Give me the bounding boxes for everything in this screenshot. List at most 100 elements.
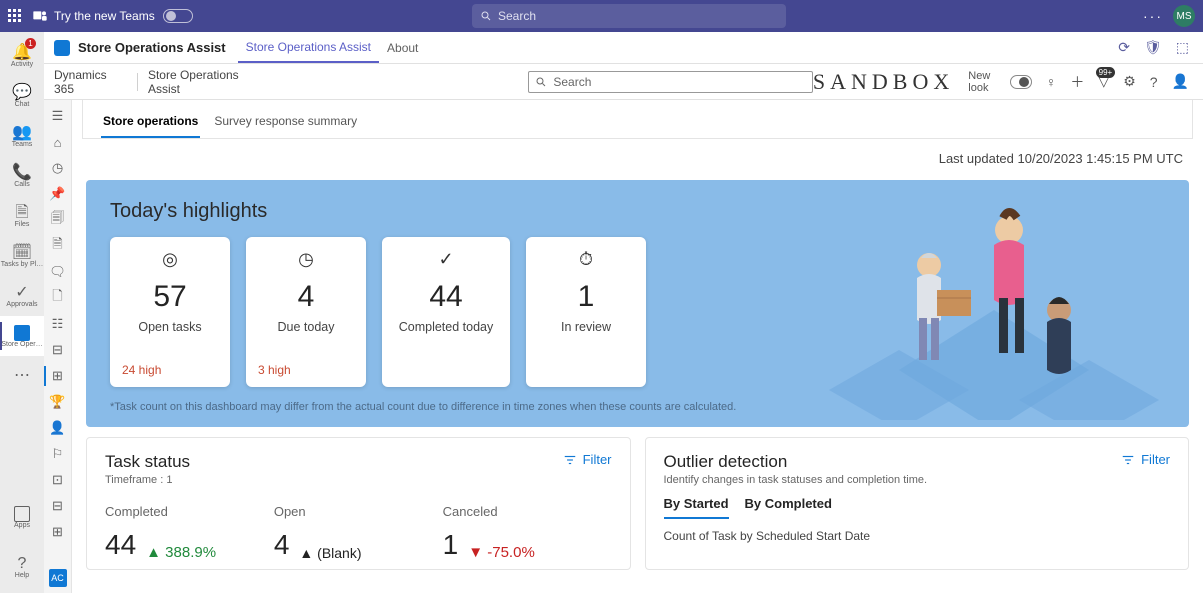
- sitemap-item[interactable]: 👤: [50, 420, 66, 436]
- filter-label: Filter: [583, 452, 612, 467]
- teams-logo-icon: [32, 8, 48, 24]
- alerts-icon[interactable]: ▽99+: [1098, 73, 1109, 90]
- rail-tasks-planner[interactable]: 🗓Tasks by Pl…: [0, 236, 44, 276]
- rail-apps[interactable]: Apps: [0, 497, 44, 537]
- highlights-card: Today's highlights ◎ 57 Open tasks 24 hi…: [86, 180, 1189, 427]
- tile-due-today[interactable]: ◷ 4 Due today 3 high: [246, 237, 366, 387]
- rail-label: Approvals: [6, 301, 37, 308]
- try-new-teams-toggle[interactable]: [163, 9, 193, 23]
- ellipsis-icon: ⋯: [14, 368, 30, 384]
- more-icon[interactable]: ···: [1143, 8, 1163, 24]
- tab-about[interactable]: About: [379, 32, 426, 64]
- help-icon: ?: [18, 556, 27, 572]
- filter-label: Filter: [1141, 452, 1170, 467]
- popout-icon[interactable]: ⬚: [1176, 39, 1189, 56]
- page-tabs: Store operations Survey response summary: [82, 100, 1193, 139]
- rail-teams[interactable]: 👥Teams: [0, 116, 44, 156]
- tab-label: Store operations: [103, 114, 198, 128]
- d365-search-input[interactable]: Search: [528, 71, 813, 93]
- sitemap-item[interactable]: 🗎: [50, 238, 66, 254]
- rail-label: Store Oper…: [1, 341, 42, 348]
- tab-store-ops-assist[interactable]: Store Operations Assist: [238, 32, 379, 63]
- new-look-toggle[interactable]: New look: [968, 70, 1032, 94]
- account-icon[interactable]: 👤: [1172, 73, 1189, 90]
- rail-calls[interactable]: 📞Calls: [0, 156, 44, 196]
- breadcrumb-app[interactable]: Store Operations Assist: [148, 68, 268, 96]
- sitemap-menu-icon[interactable]: ☰: [50, 108, 66, 124]
- people-illustration: [809, 190, 1179, 420]
- d365-body: ☰ ⌂ ◷ 📌 🗐 🗎 🗨 🗋 ☷ ⊟ ⊞ 🏆 👤 ⚐ ⊡ ⊟ ⊞ AC Sto…: [44, 100, 1203, 593]
- rail-label: Help: [15, 572, 29, 579]
- status-delta: ▲ (Blank): [299, 545, 361, 561]
- tile-value: 57: [153, 280, 186, 314]
- sitemap-item[interactable]: ⊟: [50, 342, 66, 358]
- sitemap-item[interactable]: 🗐: [50, 212, 66, 228]
- subtab-label: By Started: [664, 496, 729, 511]
- outlier-panel: Outlier detection Identify changes in ta…: [645, 437, 1190, 570]
- rail-store-ops[interactable]: Store Oper…: [0, 316, 44, 356]
- add-icon[interactable]: ＋: [1070, 72, 1084, 92]
- rail-chat[interactable]: 💬Chat: [0, 76, 44, 116]
- chat-icon: 💬: [12, 85, 32, 101]
- tile-completed-today[interactable]: ✓ 44 Completed today: [382, 237, 510, 387]
- subtab-by-completed[interactable]: By Completed: [745, 496, 832, 519]
- page-tab-store-operations[interactable]: Store operations: [101, 110, 200, 138]
- tab-label: About: [387, 41, 418, 55]
- check-icon: ✓: [438, 249, 453, 270]
- sitemap-item[interactable]: ⊡: [50, 472, 66, 488]
- apps-icon: [14, 506, 30, 522]
- rail-more[interactable]: ⋯: [0, 356, 44, 396]
- sitemap-home-icon[interactable]: ⌂: [50, 134, 66, 150]
- sitemap-item[interactable]: 🏆: [50, 394, 66, 410]
- gear-icon[interactable]: ⚙: [1123, 73, 1136, 90]
- rail-approvals[interactable]: ✓Approvals: [0, 276, 44, 316]
- rail-files[interactable]: 🗎Files: [0, 196, 44, 236]
- task-status-row: Completed 44▲ 388.9% Open 4▲ (Blank) Can…: [105, 504, 612, 561]
- sitemap-item-active[interactable]: ⊞: [50, 368, 66, 384]
- avatar[interactable]: MS: [1173, 5, 1195, 27]
- tile-in-review[interactable]: ⏱ 1 In review: [526, 237, 646, 387]
- status-canceled: Canceled 1▼ -75.0%: [443, 504, 612, 561]
- task-status-title: Task status: [105, 452, 190, 472]
- page-tab-survey-summary[interactable]: Survey response summary: [212, 110, 359, 138]
- lightbulb-icon[interactable]: ♀: [1046, 74, 1057, 90]
- tile-label: In review: [561, 320, 611, 336]
- rail-help[interactable]: ?Help: [0, 547, 44, 587]
- app-launcher-icon[interactable]: [8, 9, 22, 23]
- tile-high: 3 high: [258, 363, 291, 377]
- sitemap-pin-icon[interactable]: 📌: [50, 186, 66, 202]
- sitemap-item[interactable]: 🗨: [50, 264, 66, 280]
- clock-icon: ◷: [298, 249, 314, 270]
- teams-search-input[interactable]: Search: [472, 4, 786, 28]
- sitemap-recent-icon[interactable]: ◷: [50, 160, 66, 176]
- refresh-icon[interactable]: ⟳: [1118, 39, 1130, 56]
- outlier-title: Outlier detection: [664, 452, 928, 472]
- d365-search-placeholder: Search: [553, 75, 591, 89]
- target-icon: ◎: [162, 249, 178, 270]
- sitemap-item[interactable]: ⚐: [50, 446, 66, 462]
- help-icon[interactable]: ?: [1150, 74, 1158, 90]
- sitemap-item[interactable]: 🗋: [50, 290, 66, 306]
- tile-open-tasks[interactable]: ◎ 57 Open tasks 24 high: [110, 237, 230, 387]
- people-icon: 👥: [12, 125, 32, 141]
- sitemap-area-switcher[interactable]: AC: [49, 569, 67, 587]
- sitemap-item[interactable]: ⊟: [50, 498, 66, 514]
- tile-value: 1: [578, 280, 595, 314]
- task-status-filter-button[interactable]: Filter: [563, 452, 612, 467]
- panel-row: Task status Timeframe : 1 Filter Complet…: [86, 437, 1189, 570]
- subtab-by-started[interactable]: By Started: [664, 496, 729, 519]
- alert-count: 99+: [1096, 67, 1116, 78]
- sitemap-item[interactable]: ⊞: [50, 524, 66, 540]
- rail-activity[interactable]: 🔔 1 Activity: [0, 36, 44, 76]
- teams-search-placeholder: Search: [498, 9, 536, 23]
- status-completed: Completed 44▲ 388.9%: [105, 504, 274, 561]
- status-delta: ▲ 388.9%: [146, 544, 216, 561]
- activity-badge: 1: [25, 38, 36, 49]
- content-area[interactable]: Store operations Survey response summary…: [72, 100, 1203, 593]
- sitemap-item[interactable]: ☷: [50, 316, 66, 332]
- rail-label: Teams: [12, 141, 33, 148]
- status-head: Canceled: [443, 504, 612, 519]
- shield-icon[interactable]: 🛡: [1144, 39, 1162, 56]
- breadcrumb-root[interactable]: Dynamics 365: [54, 68, 127, 96]
- outlier-filter-button[interactable]: Filter: [1121, 452, 1170, 467]
